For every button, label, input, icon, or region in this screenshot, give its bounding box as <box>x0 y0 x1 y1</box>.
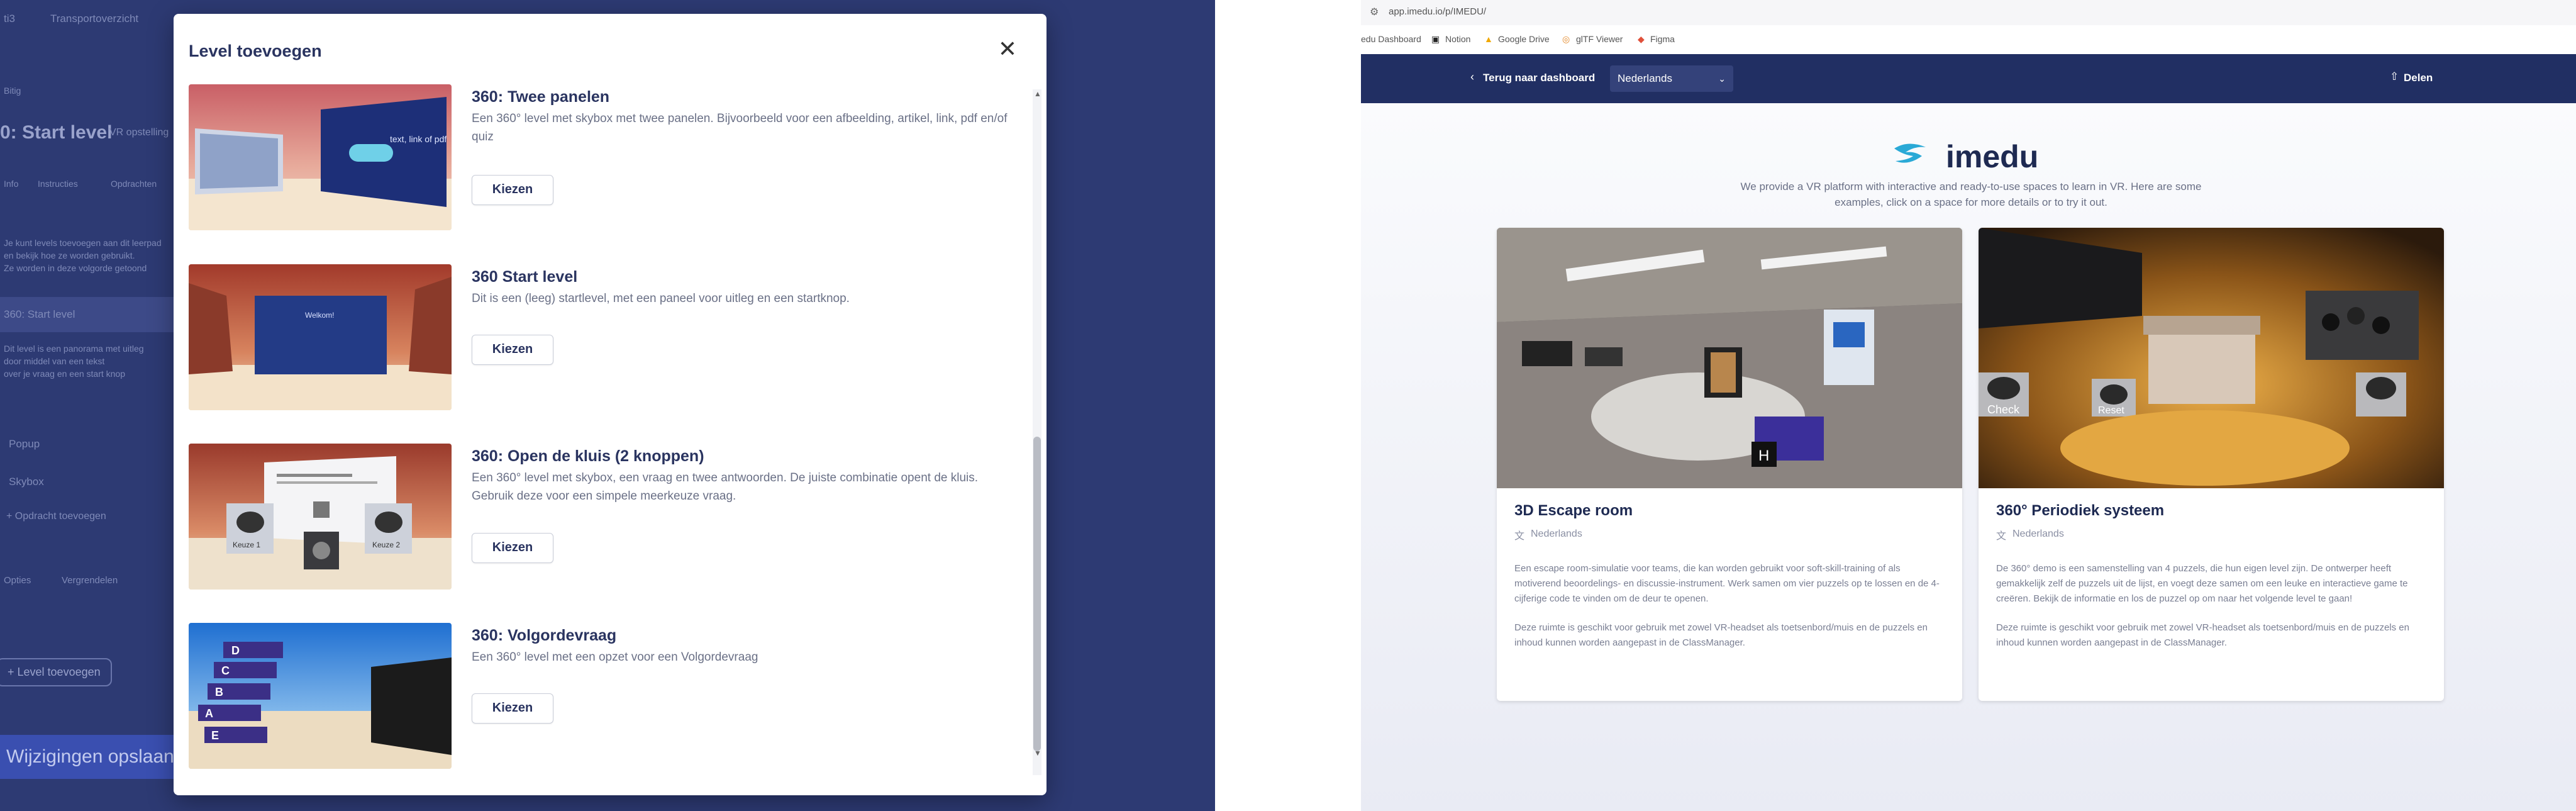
google-drive-icon: ▲ <box>1484 34 1493 44</box>
hint-line-3: Ze worden in deze volgorde getoond <box>4 263 147 273</box>
selected-level-label: 360: Start level <box>4 308 75 320</box>
language-icon: 文 <box>1996 531 2007 542</box>
choose-button[interactable]: Kiezen <box>472 175 553 205</box>
add-level-modal: Level toevoegen ✕ text, link of pdf 360:… <box>174 14 1046 795</box>
thumb-label-choice-1: Keuze 1 <box>233 540 260 549</box>
thumbnail-vault: Keuze 1 Keuze 2 <box>189 444 452 590</box>
imedu-logo-icon <box>1894 143 1926 163</box>
level-description: Een 360° level met skybox, een vraag en … <box>472 471 979 503</box>
order-block-c: C <box>221 664 230 677</box>
order-block-e: E <box>211 729 219 742</box>
choose-button[interactable]: Kiezen <box>472 335 553 365</box>
site-settings-icon[interactable]: ⚙ <box>1370 6 1379 18</box>
share-button[interactable]: Delen <box>2404 72 2433 84</box>
level-title: 360: Open de kluis (2 knoppen) <box>472 447 704 465</box>
bookmark-dashboard[interactable]: edu Dashboard <box>1361 34 1421 44</box>
bookmark-figma[interactable]: Figma <box>1650 34 1675 44</box>
level-description: Een 360° level met skybox met twee panel… <box>472 112 1008 143</box>
field-popup[interactable]: Popup <box>9 438 40 450</box>
field-skybox[interactable]: Skybox <box>9 476 44 488</box>
scroll-up-icon[interactable]: ▲ <box>1034 89 1041 98</box>
choose-button[interactable]: Kiezen <box>472 533 553 563</box>
room-card-escape[interactable]: H 3D Escape room 文 Nederlands Een escape… <box>1497 228 1962 701</box>
back-to-dashboard-link[interactable]: Terug naar dashboard <box>1483 72 1595 84</box>
thumb-label-choice-2: Keuze 2 <box>372 540 400 549</box>
bookmarks-bar: edu Dashboard ▣ Notion ▲ Google Drive ◎ … <box>1361 25 2576 54</box>
imedu-page: imedu We provide a VR platform with inte… <box>1361 103 2576 811</box>
gltf-icon: ◎ <box>1562 34 1570 44</box>
room-card-periodic[interactable]: Check Reset 360° Periodiek systeem 文 Ned… <box>1979 228 2444 701</box>
bookmark-google-drive[interactable]: Google Drive <box>1498 34 1550 44</box>
level-title: 360: Volgordevraag <box>472 627 617 644</box>
order-block-d: D <box>231 644 240 657</box>
room-language: Nederlands <box>1531 529 1582 539</box>
thumbnail-two-panels: text, link of pdf <box>189 84 452 230</box>
page-subtitle: VR opstelling <box>109 127 169 138</box>
share-icon[interactable]: ⇧ <box>2390 70 2399 83</box>
options-value[interactable]: Vergrendelen <box>62 575 118 586</box>
level-description: Dit is een (leeg) startlevel, met een pa… <box>472 292 850 305</box>
bookmark-gltf-viewer[interactable]: glTF Viewer <box>1576 34 1623 44</box>
header-tab[interactable]: Transportoverzicht <box>50 13 138 25</box>
room-description: De 360° demo is een samenstelling van 4 … <box>1996 563 2408 604</box>
close-icon[interactable]: ✕ <box>996 38 1019 60</box>
breadcrumb[interactable]: Bitig <box>4 86 21 96</box>
level-desc-3: over je vraag en een start knop <box>4 369 126 379</box>
room-image-escape: H <box>1497 228 1962 488</box>
order-block-b: B <box>215 686 223 698</box>
tab-info[interactable]: Info <box>4 179 18 189</box>
browser-window: ⚙ app.imedu.io/p/IMEDU/ edu Dashboard ▣ … <box>1361 0 2576 811</box>
room-description: Een escape room-simulatie voor teams, di… <box>1514 563 1940 604</box>
tab-opdrachten[interactable]: Opdrachten <box>111 179 157 189</box>
scroll-down-icon[interactable]: ▼ <box>1034 749 1041 758</box>
level-title: 360: Twee panelen <box>472 88 610 106</box>
url-text[interactable]: app.imedu.io/p/IMEDU/ <box>1389 6 1486 17</box>
order-block-a: A <box>205 707 213 720</box>
address-bar[interactable]: ⚙ app.imedu.io/p/IMEDU/ <box>1361 0 2576 25</box>
language-icon: 文 <box>1514 531 1525 542</box>
editor-window: ti3 Transportoverzicht Bitig 0: Start le… <box>0 0 1215 811</box>
imedu-logo-text: imedu <box>1946 139 2039 174</box>
modal-title: Level toevoegen <box>189 42 322 60</box>
thumbnail-order-question: D C B A E <box>189 623 452 769</box>
room-language: Nederlands <box>2012 529 2064 539</box>
chevron-left-icon[interactable]: ‹ <box>1470 70 1474 84</box>
tab-instructies[interactable]: Instructies <box>38 179 78 189</box>
room-title: 3D Escape room <box>1514 502 1633 519</box>
room-description-suitability: Deze ruimte is geschikt voor gebruik met… <box>1996 622 2409 648</box>
choose-button[interactable]: Kiezen <box>472 693 553 724</box>
language-select[interactable]: Nederlands ⌄ <box>1610 65 1733 92</box>
header-left-text: ti3 <box>4 13 15 25</box>
figma-icon: ◆ <box>1638 34 1645 44</box>
intro-text: We provide a VR platform with interactiv… <box>1740 181 2202 208</box>
hint-line-1: Je kunt levels toevoegen aan dit leerpad <box>4 238 162 248</box>
thumb-label-start: Welkom! <box>305 311 334 320</box>
add-task-link[interactable]: + Opdracht toevoegen <box>6 511 106 522</box>
level-title: 360 Start level <box>472 268 578 286</box>
notion-icon: ▣ <box>1431 34 1440 44</box>
reset-label: Reset <box>2098 405 2124 416</box>
top-nav: ‹ Terug naar dashboard Nederlands ⌄ ⇧ De… <box>1361 54 2576 103</box>
chevron-down-icon: ⌄ <box>1718 74 1726 84</box>
check-label: Check <box>1987 403 2020 416</box>
page-title: 0: Start level <box>0 122 113 143</box>
modal-scrollbar-thumb[interactable] <box>1033 437 1041 751</box>
thumb-label-two-panels: text, link of pdf <box>390 134 447 144</box>
room-image-periodic: Check Reset <box>1979 228 2444 488</box>
thumbnail-start: Welkom! <box>189 264 452 410</box>
add-level-button[interactable]: + Level toevoegen <box>0 658 112 686</box>
language-value: Nederlands <box>1618 72 1672 84</box>
level-desc-1: Dit level is een panorama met uitleg <box>4 344 144 354</box>
level-desc-2: door middel van een tekst <box>4 356 105 366</box>
options-label: Opties <box>4 575 31 586</box>
level-description: Een 360° level met een opzet voor een Vo… <box>472 651 758 664</box>
h-box-label: H <box>1758 447 1769 464</box>
room-title: 360° Periodiek systeem <box>1996 502 2165 519</box>
bookmark-notion[interactable]: Notion <box>1445 34 1470 44</box>
save-changes-button[interactable]: Wijzigingen opslaan <box>0 735 199 779</box>
hint-line-2: en bekijk hoe ze worden gebruikt. <box>4 250 135 260</box>
room-description-suitability: Deze ruimte is geschikt voor gebruik met… <box>1514 622 1928 648</box>
